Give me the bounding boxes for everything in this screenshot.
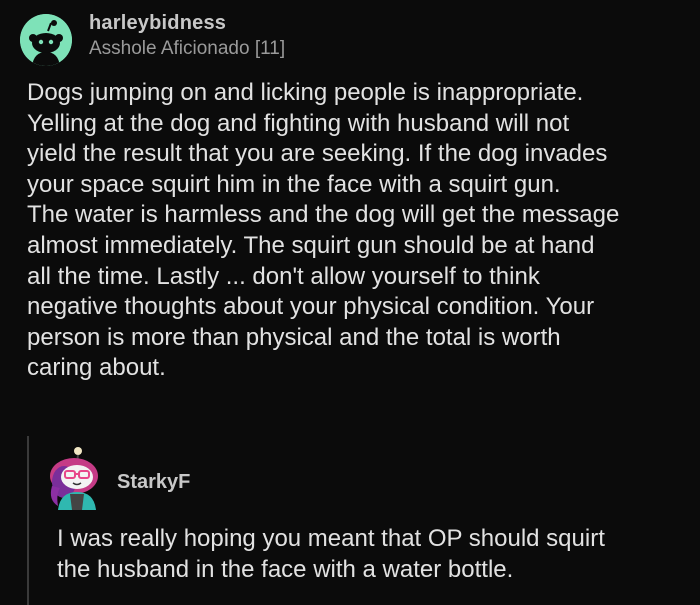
starky-avatar-icon (50, 447, 98, 510)
comment-body: Dogs jumping on and licking people is in… (27, 79, 620, 382)
comment-username[interactable]: harleybidness (89, 12, 226, 35)
thread-line[interactable] (27, 436, 29, 605)
reddit-snoo-icon (20, 14, 72, 66)
reply-username[interactable]: StarkyF (117, 471, 190, 494)
reply-body: I was really hoping you meant that OP sh… (57, 525, 605, 583)
user-flair: Asshole Aficionado [11] (89, 38, 286, 59)
user-avatar[interactable] (20, 14, 72, 66)
reply-avatar[interactable] (44, 446, 104, 510)
